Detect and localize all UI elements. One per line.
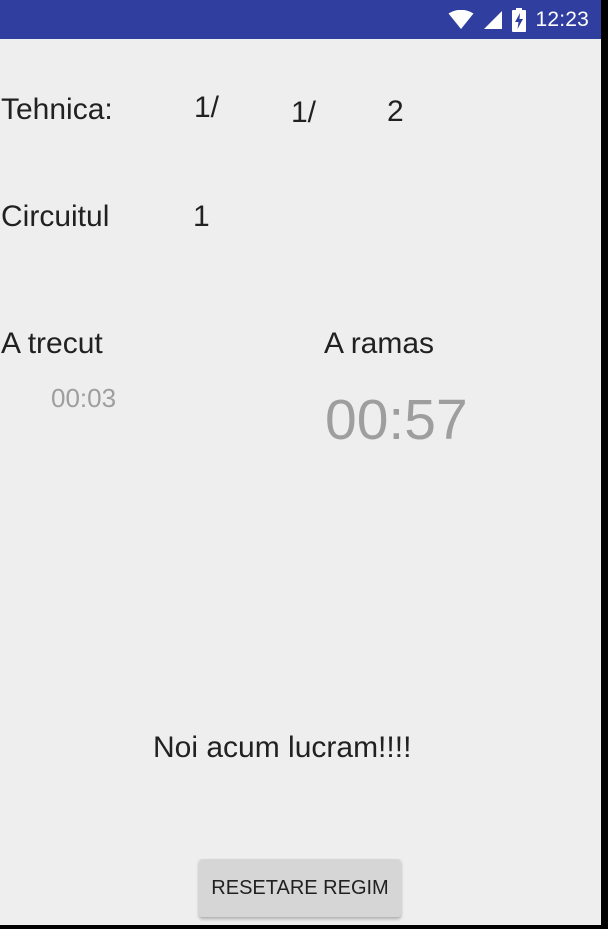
status-icons: 12:23 xyxy=(448,0,589,39)
wifi-icon xyxy=(448,9,474,30)
battery-charging-icon xyxy=(512,7,527,32)
technique-part-1: 1/ xyxy=(194,91,220,124)
technique-label: Tehnica: xyxy=(1,93,113,126)
status-time: 12:23 xyxy=(535,7,589,31)
circuit-value: 1 xyxy=(193,200,210,233)
technique-part-3: 2 xyxy=(387,95,404,128)
technique-part-2: 1/ xyxy=(291,96,317,129)
status-message: Noi acum lucram!!!! xyxy=(153,731,412,764)
elapsed-timer: 00:03 xyxy=(51,383,117,413)
cell-signal-icon xyxy=(483,10,503,30)
elapsed-label: A trecut xyxy=(1,327,103,360)
remaining-timer: 00:57 xyxy=(325,388,468,452)
reset-regime-button[interactable]: RESETARE REGIM xyxy=(199,859,401,917)
circuit-label: Circuitul xyxy=(1,200,110,233)
app-screen: 12:23 Tehnica: 1/ 1/ 2 Circuitul 1 A tre… xyxy=(0,0,601,925)
status-bar: 12:23 xyxy=(0,0,601,39)
remaining-label: A ramas xyxy=(324,327,435,360)
